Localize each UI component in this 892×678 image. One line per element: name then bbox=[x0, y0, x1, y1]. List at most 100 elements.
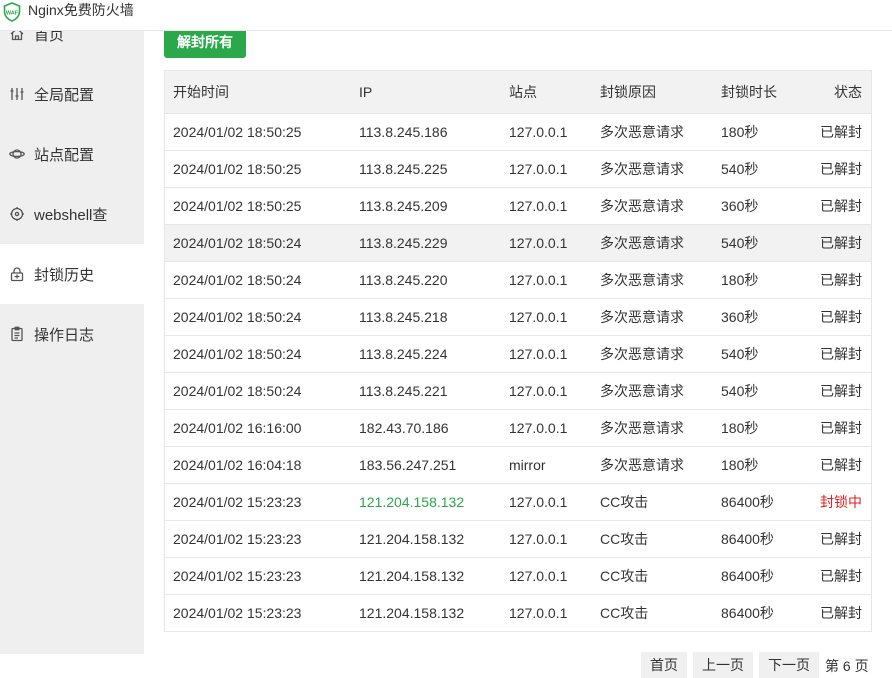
clipboard-icon bbox=[9, 326, 25, 342]
column-header-start-time[interactable]: 开始时间 bbox=[165, 71, 351, 114]
cell-start-time: 2024/01/02 18:50:24 bbox=[165, 298, 351, 336]
cell-site: 127.0.0.1 bbox=[501, 187, 592, 225]
lock-icon bbox=[9, 266, 25, 282]
cell-reason: 多次恶意请求 bbox=[592, 409, 713, 447]
sidebar-item-global-config[interactable]: 全局配置 bbox=[0, 64, 144, 124]
cell-reason: CC攻击 bbox=[592, 520, 713, 558]
target-icon bbox=[9, 206, 25, 222]
cell-duration: 360秒 bbox=[713, 298, 803, 336]
cell-start-time: 2024/01/02 15:23:23 bbox=[165, 483, 351, 521]
cell-reason: CC攻击 bbox=[592, 557, 713, 595]
app-title: Nginx免费防火墙 bbox=[28, 2, 134, 18]
cell-start-time: 2024/01/02 18:50:24 bbox=[165, 224, 351, 262]
cell-status: 已解封 bbox=[803, 113, 871, 151]
cell-start-time: 2024/01/02 15:23:23 bbox=[165, 557, 351, 595]
cell-ip: 113.8.245.209 bbox=[351, 187, 501, 225]
cell-site: 127.0.0.1 bbox=[501, 298, 592, 336]
column-header-site[interactable]: 站点 bbox=[501, 71, 592, 114]
next-page-button[interactable]: 下一页 bbox=[759, 652, 819, 678]
table-row[interactable]: 2024/01/02 18:50:24 113.8.245.221 127.0.0.… bbox=[165, 372, 871, 410]
cell-status: 已解封 bbox=[803, 520, 871, 558]
cell-reason: 多次恶意请求 bbox=[592, 335, 713, 373]
cell-site: 127.0.0.1 bbox=[509, 604, 568, 621]
cell-start-time: 2024/01/02 18:50:24 bbox=[165, 335, 351, 373]
table-header-row: 开始时间 IP 站点 封锁原因 封锁时长 状态 bbox=[165, 71, 871, 114]
table-row[interactable]: 2024/01/02 16:16:00 182.43.70.186 127.0.0.… bbox=[165, 409, 871, 447]
table-row[interactable]: 2024/01/02 15:23:23 121.204.158.132 127.0.… bbox=[165, 520, 871, 558]
table-row[interactable]: 2024/01/02 18:50:24 113.8.245.229 127.0.0.… bbox=[165, 224, 871, 262]
cell-ip: 113.8.245.220 bbox=[351, 261, 501, 299]
column-header-duration[interactable]: 封锁时长 bbox=[713, 71, 803, 114]
column-header-status[interactable]: 状态 bbox=[803, 71, 871, 114]
sidebar-item-label: webshell查 bbox=[34, 206, 108, 224]
cell-ip: 121.204.158.132 bbox=[351, 483, 501, 521]
cell-reason: 多次恶意请求 bbox=[592, 113, 713, 151]
table-row[interactable]: 2024/01/02 18:50:25 113.8.245.209 127.0.0.… bbox=[165, 187, 871, 225]
table-row[interactable]: 2024/01/02 15:23:23 121.204.158.132 127.0.… bbox=[165, 483, 871, 521]
pagination: 首页 上一页 下一页 第 6 页 bbox=[0, 652, 892, 678]
cell-status: 已解封 bbox=[803, 298, 871, 336]
table-row[interactable]: 2024/01/02 18:50:24 113.8.245.224 127.0.0.… bbox=[165, 335, 871, 373]
cell-start-time: 2024/01/02 18:50:25 bbox=[165, 113, 351, 151]
cell-start-time: 2024/01/02 18:50:24 bbox=[165, 261, 351, 299]
sidebar-item-label: 全局配置 bbox=[34, 86, 95, 104]
cell-ip: 113.8.245.221 bbox=[351, 372, 501, 410]
cell-duration: 180秒 bbox=[713, 261, 803, 299]
sidebar-item-block-history[interactable]: 封锁历史 bbox=[0, 244, 144, 304]
planet-icon bbox=[9, 146, 25, 162]
cell-status: 已解封 bbox=[803, 150, 871, 188]
table-row[interactable]: 2024/01/02 18:50:25 113.8.245.225 127.0.0.… bbox=[165, 150, 871, 188]
cell-status: 已解封 bbox=[803, 224, 871, 262]
cell-site: mirror bbox=[501, 446, 592, 484]
cell-duration: 180秒 bbox=[713, 113, 803, 151]
cell-duration: 86400秒 bbox=[713, 520, 803, 558]
cell-site: 127.0.0.1 bbox=[501, 372, 592, 410]
cell-ip: 121.204.158.132 bbox=[351, 557, 501, 595]
cell-reason: 多次恶意请求 bbox=[592, 187, 713, 225]
cell-start-time: 2024/01/02 16:16:00 bbox=[165, 409, 351, 447]
cell-site: 127.0.0.1 bbox=[501, 261, 592, 299]
column-header-ip[interactable]: IP bbox=[351, 71, 501, 114]
cell-start-time: 2024/01/02 18:50:25 bbox=[165, 150, 351, 188]
table-row[interactable]: 2024/01/02 18:50:25 113.8.245.186 127.0.0.… bbox=[165, 113, 871, 151]
cell-duration: 86400秒 bbox=[721, 604, 774, 621]
sidebar-item-label: 封锁历史 bbox=[34, 266, 95, 284]
cell-status: 已解封 bbox=[803, 557, 871, 595]
table-row[interactable]: 2024/01/02 18:50:24 113.8.245.218 127.0.0.… bbox=[165, 298, 871, 336]
cell-start-time: 2024/01/02 15:23:23 bbox=[165, 520, 351, 558]
sidebar-item-site-config[interactable]: 站点配置 bbox=[0, 124, 144, 184]
cell-reason: 多次恶意请求 bbox=[592, 224, 713, 262]
cell-site: 127.0.0.1 bbox=[501, 483, 592, 521]
cell-ip: 113.8.245.186 bbox=[351, 113, 501, 151]
sidebar-item-label: 站点配置 bbox=[34, 146, 95, 164]
cell-status: 已解封 bbox=[820, 604, 862, 621]
logo-text: WAF bbox=[6, 11, 19, 17]
cell-status: 已解封 bbox=[803, 446, 871, 484]
cell-duration: 540秒 bbox=[713, 335, 803, 373]
cell-reason: 多次恶意请求 bbox=[592, 446, 713, 484]
sidebar-item-operation-log[interactable]: 操作日志 bbox=[0, 304, 144, 364]
cell-ip: 113.8.245.225 bbox=[351, 150, 501, 188]
first-page-button[interactable]: 首页 bbox=[641, 652, 687, 678]
cell-reason: CC攻击 bbox=[592, 483, 713, 521]
cell-reason: CC攻击 bbox=[600, 604, 649, 621]
cell-duration: 86400秒 bbox=[713, 483, 803, 521]
cell-site: 127.0.0.1 bbox=[501, 520, 592, 558]
table-row[interactable]: 2024/01/02 15:23:23 121.204.158.132 127.0.… bbox=[165, 594, 871, 631]
cell-status: 已解封 bbox=[803, 372, 871, 410]
cell-ip: 183.56.247.251 bbox=[351, 446, 501, 484]
cell-duration: 86400秒 bbox=[713, 557, 803, 595]
table-row[interactable]: 2024/01/02 16:04:18 183.56.247.251 mirror 多… bbox=[165, 446, 871, 484]
cell-duration: 180秒 bbox=[713, 446, 803, 484]
cell-site: 127.0.0.1 bbox=[501, 409, 592, 447]
sidebar: 首页 全局配置 站点配置 webshell查 封锁历史 操作日志 bbox=[0, 0, 144, 654]
sidebar-item-webshell[interactable]: webshell查 bbox=[0, 184, 144, 244]
cell-status: 已解封 bbox=[803, 261, 871, 299]
table-row[interactable]: 2024/01/02 18:50:24 113.8.245.220 127.0.0.… bbox=[165, 261, 871, 299]
cell-reason: 多次恶意请求 bbox=[592, 298, 713, 336]
prev-page-button[interactable]: 上一页 bbox=[693, 652, 753, 678]
cell-duration: 540秒 bbox=[713, 150, 803, 188]
table-row[interactable]: 2024/01/02 15:23:23 121.204.158.132 127.0.… bbox=[165, 557, 871, 595]
column-header-reason[interactable]: 封锁原因 bbox=[592, 71, 713, 114]
cell-site: 127.0.0.1 bbox=[501, 224, 592, 262]
